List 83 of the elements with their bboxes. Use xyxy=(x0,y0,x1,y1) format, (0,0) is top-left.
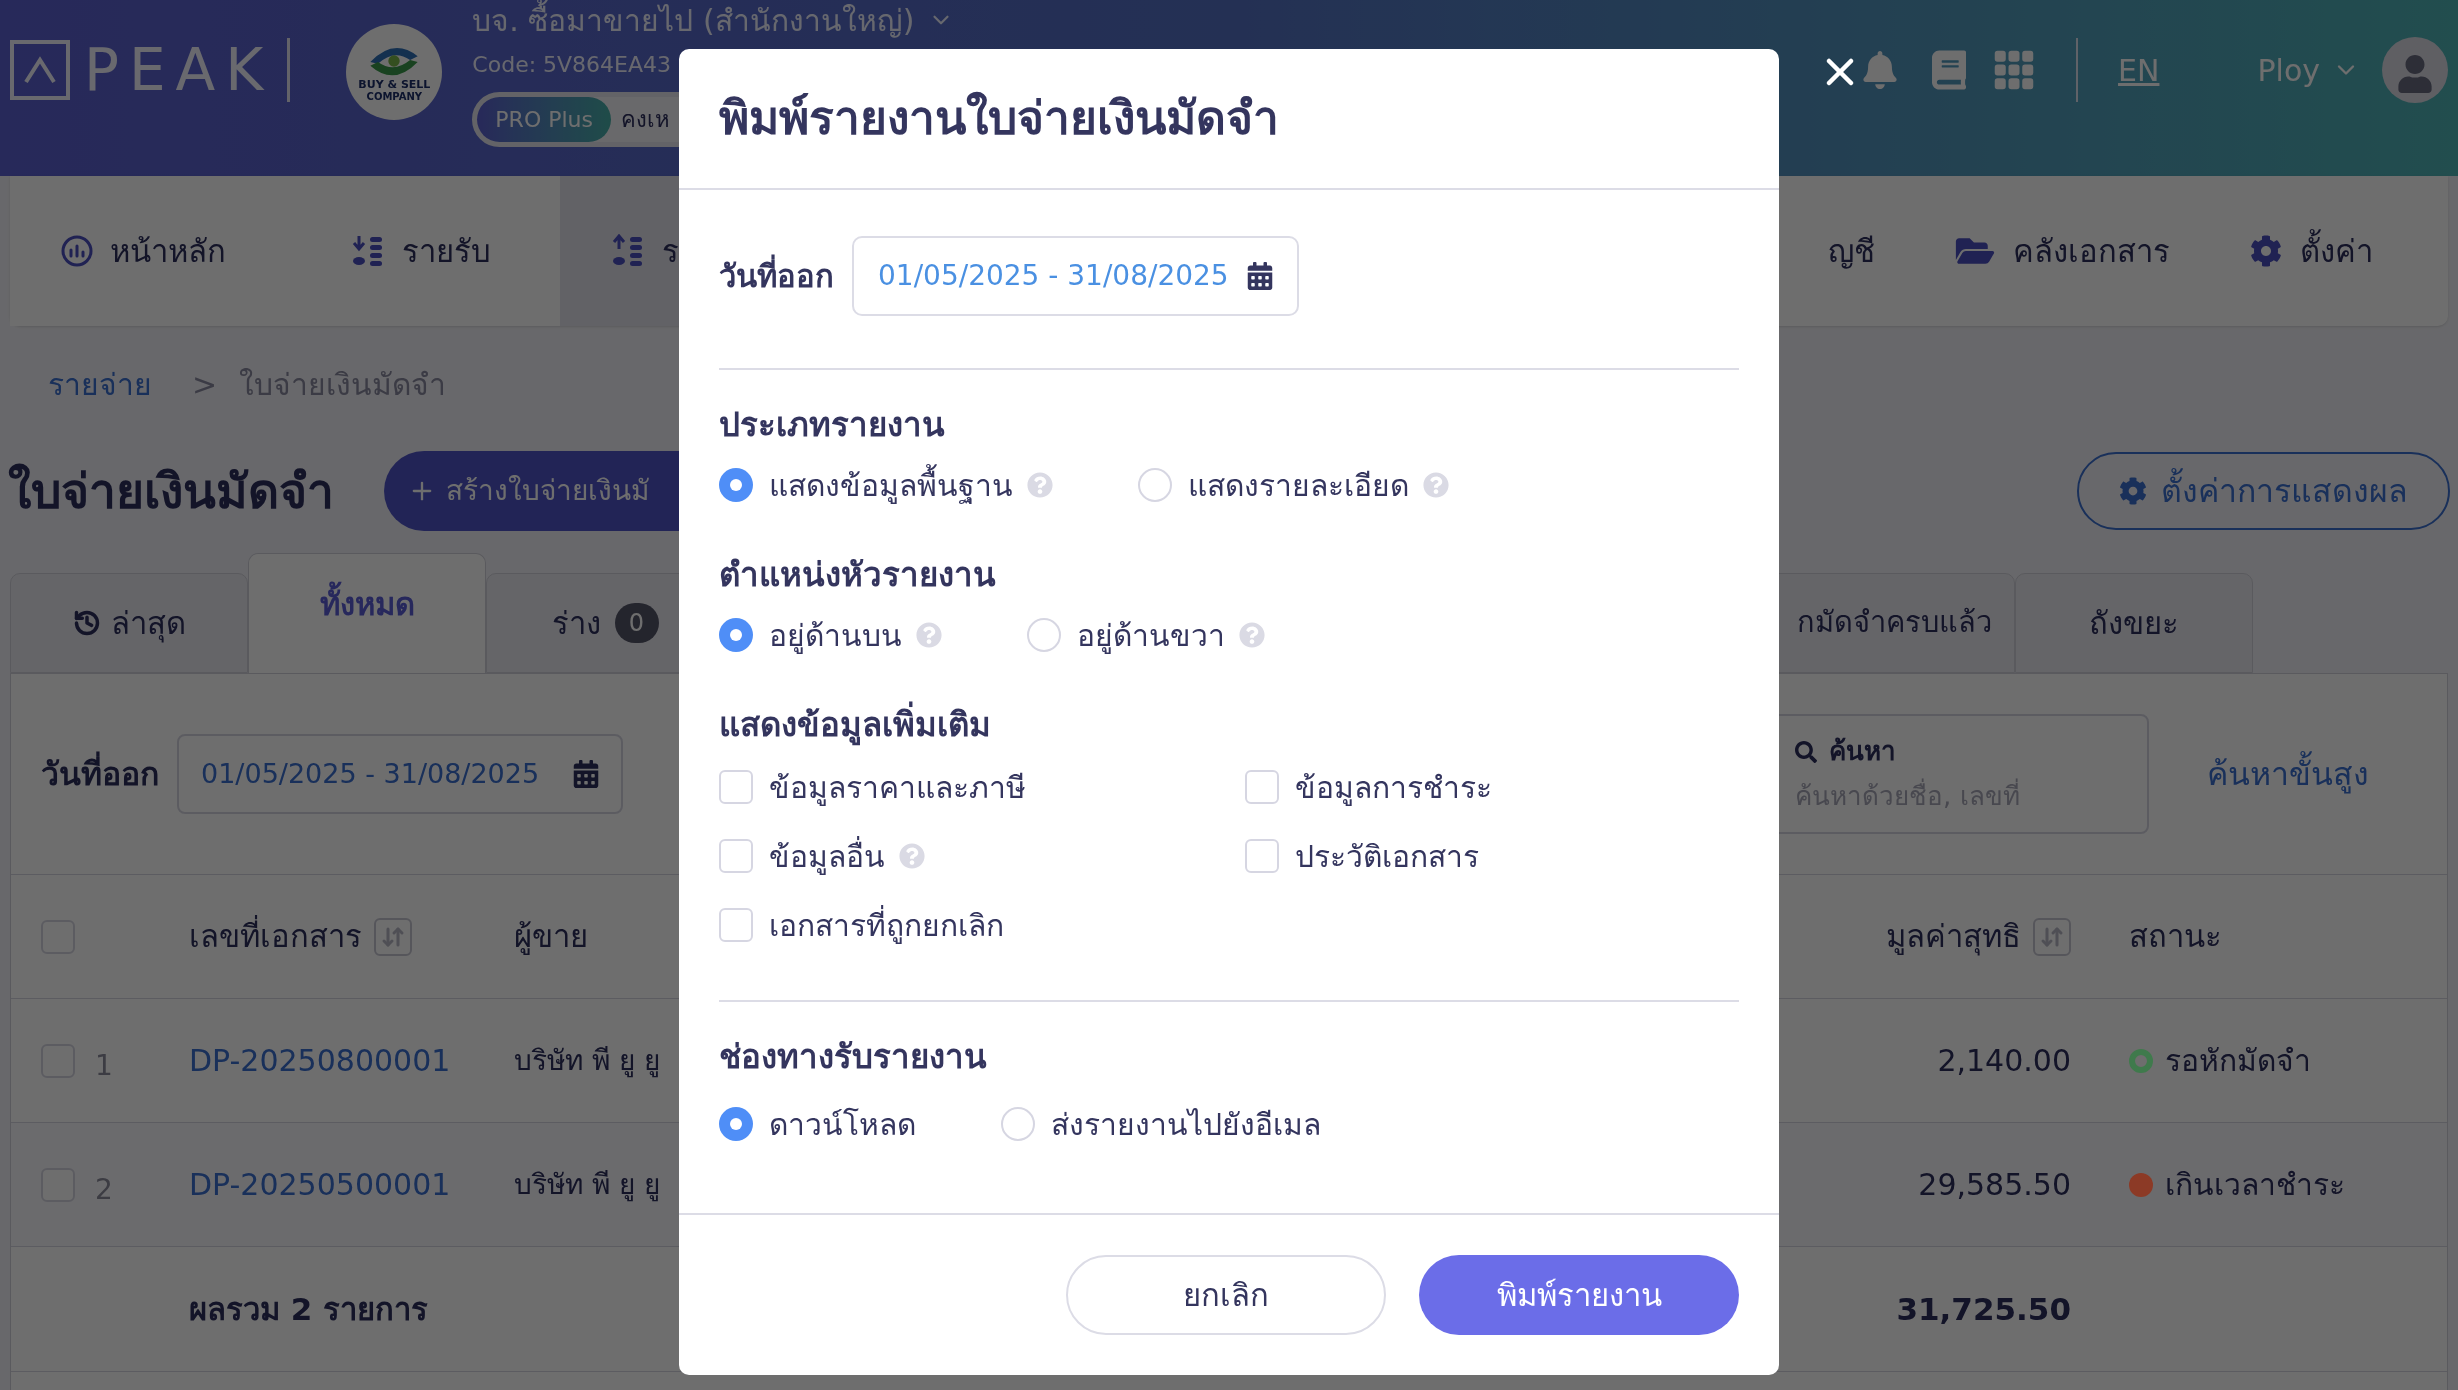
tab[interactable]: ทั้งหมด xyxy=(248,553,486,673)
checkbox[interactable] xyxy=(1245,770,1279,804)
document-link[interactable]: DP-20250800001 xyxy=(189,1038,451,1083)
user-name[interactable]: Ploy xyxy=(2257,47,2320,93)
print-button[interactable]: พิมพ์รายงาน xyxy=(1419,1255,1739,1335)
total-label: ผลรวม 2 รายการ xyxy=(189,1289,429,1329)
count-badge: 0 xyxy=(614,603,659,643)
radio-button[interactable] xyxy=(1027,618,1061,652)
column-header: สถานะ xyxy=(2129,917,2222,957)
nav-item[interactable]: หน้าหลัก xyxy=(10,176,300,326)
nav-item[interactable]: ตั้งค่า xyxy=(2250,227,2373,275)
nav-item[interactable]: คลังเอกสาร xyxy=(1955,227,2170,275)
language-link[interactable]: EN xyxy=(2118,47,2160,93)
tab[interactable]: ถังขยะ xyxy=(2015,573,2253,673)
dialog-title: พิมพ์รายงานใบจ่ายเงินมัดจำ xyxy=(719,90,1279,147)
calendar-icon[interactable] xyxy=(1247,262,1273,290)
checkbox[interactable] xyxy=(719,908,753,942)
option-label[interactable]: แสดงรายละเอียด xyxy=(1188,462,1409,508)
help-icon[interactable] xyxy=(1239,622,1265,648)
vendor-name: บริษัท พี ยู ยู xyxy=(514,1166,660,1204)
section-title: แสดงข้อมูลเพิ่มเติม xyxy=(719,703,991,747)
sort-icon[interactable] xyxy=(374,917,412,956)
radio-button[interactable] xyxy=(719,618,753,652)
date-range-field[interactable]: 01/05/2025 - 31/08/2025 xyxy=(177,734,623,814)
status-label: เกินเวลาชำระ xyxy=(2165,1166,2345,1204)
help-icon[interactable] xyxy=(1423,472,1449,498)
radio-button[interactable] xyxy=(719,468,753,502)
search-icon xyxy=(1795,740,1817,763)
radio-button[interactable] xyxy=(1001,1107,1035,1141)
option-label[interactable]: แสดงข้อมูลพื้นฐาน xyxy=(769,462,1013,508)
section-title: ช่องทางรับรายงาน xyxy=(719,1036,987,1078)
column-header: เลขที่เอกสาร xyxy=(189,913,362,960)
breadcrumb-separator: > xyxy=(192,365,218,404)
cancel-button[interactable]: ยกเลิก xyxy=(1066,1255,1386,1335)
column-header: มูลค่าสุทธิ xyxy=(1886,917,2021,958)
plan-badge: PRO Plus xyxy=(477,97,611,142)
logo-mark-icon xyxy=(10,40,70,100)
date-label: วันที่ออก xyxy=(719,252,834,300)
book-icon[interactable] xyxy=(1932,50,1967,90)
column-header: ผู้ขาย xyxy=(514,917,588,957)
nav-item[interactable]: รายรับ xyxy=(300,176,560,326)
option-label[interactable]: ข้อมูลอื่น xyxy=(769,833,885,879)
document-link[interactable]: DP-20250500001 xyxy=(189,1162,451,1207)
option-label[interactable]: อยู่ด้านบน xyxy=(769,612,902,658)
company-code: Code: 5V864EA43 xyxy=(472,51,672,79)
net-amount: 29,585.50 xyxy=(1917,1166,2071,1204)
tab[interactable]: ล่าสุด xyxy=(10,573,248,673)
vendor-name: บริษัท พี ยู ยู xyxy=(514,1042,660,1080)
help-icon[interactable] xyxy=(916,622,942,648)
logo: PEAK xyxy=(84,41,274,99)
sort-icon[interactable] xyxy=(2033,917,2071,956)
breadcrumb-link[interactable]: รายจ่าย xyxy=(48,361,152,407)
option-label[interactable]: อยู่ด้านขวา xyxy=(1077,612,1225,658)
plan-note: คงเห xyxy=(621,106,670,134)
display-settings-button[interactable]: ตั้งค่าการแสดงผล xyxy=(2077,452,2450,530)
filter-label: วันที่ออก xyxy=(41,750,159,798)
section-title: ประเภทรายงาน xyxy=(719,404,945,446)
gauge-icon xyxy=(60,234,94,268)
option-label[interactable]: ข้อมูลราคาและภาษี xyxy=(769,764,1026,810)
radio-button[interactable] xyxy=(1138,468,1172,502)
search-label: ค้นหา xyxy=(1829,735,1896,768)
settings-icon xyxy=(2250,235,2282,267)
option-label[interactable]: ส่งรายงานไปยังอีเมล xyxy=(1051,1101,1321,1147)
advanced-search-link[interactable]: ค้นหาขั้นสูง xyxy=(2207,750,2369,798)
net-amount: 2,140.00 xyxy=(1936,1042,2071,1080)
help-icon[interactable] xyxy=(899,843,925,869)
settings-icon xyxy=(2119,477,2147,505)
option-label[interactable]: ประวัติเอกสาร xyxy=(1295,833,1479,879)
logo-text: BUY & SELL xyxy=(358,78,431,90)
checkbox[interactable] xyxy=(1245,839,1279,873)
option-label[interactable]: ดาวน์โหลด xyxy=(769,1101,916,1147)
option-label[interactable]: เอกสารที่ถูกยกเลิก xyxy=(769,902,1004,948)
history-icon xyxy=(72,609,101,637)
checkbox[interactable] xyxy=(719,770,753,804)
total-amount: 31,725.50 xyxy=(1895,1289,2071,1329)
date-range-field[interactable]: 01/05/2025 - 31/08/2025 xyxy=(852,236,1299,316)
status-label: รอหักมัดจำ xyxy=(2165,1042,2311,1080)
radio-button[interactable] xyxy=(719,1107,753,1141)
checkbox[interactable] xyxy=(719,839,753,873)
nav-item[interactable]: ญชี xyxy=(1828,227,1875,275)
help-icon[interactable] xyxy=(1027,472,1053,498)
logo-subtext: COMPANY xyxy=(366,91,423,102)
option-label[interactable]: ข้อมูลการชำระ xyxy=(1295,764,1492,810)
